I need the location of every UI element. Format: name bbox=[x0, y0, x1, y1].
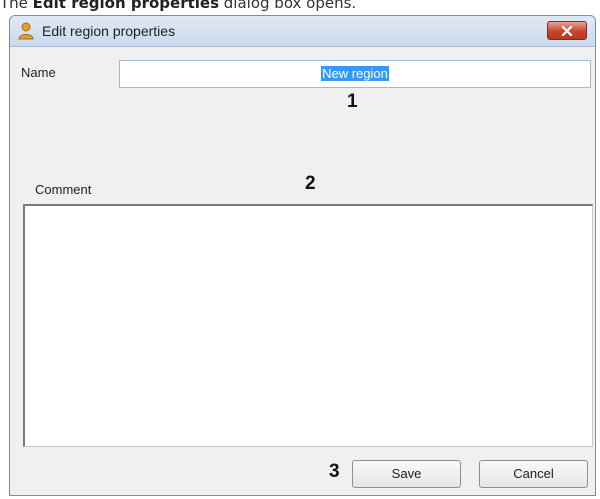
name-input-value: New region bbox=[321, 66, 389, 81]
dialog-title: Edit region properties bbox=[42, 23, 176, 39]
edit-region-dialog: Edit region properties Name New region 1… bbox=[9, 15, 596, 496]
doc-caption-prefix: The bbox=[0, 0, 33, 12]
close-button[interactable] bbox=[547, 21, 587, 40]
close-icon bbox=[561, 25, 573, 36]
doc-caption: The Edit region properties dialog box op… bbox=[0, 0, 356, 14]
callout-marker-1: 1 bbox=[347, 91, 358, 112]
save-button[interactable]: Save bbox=[352, 460, 461, 488]
doc-caption-bold: Edit region properties bbox=[32, 0, 220, 12]
cancel-button[interactable]: Cancel bbox=[479, 460, 588, 488]
name-input[interactable]: New region bbox=[119, 60, 591, 88]
comment-label: Comment bbox=[35, 182, 92, 197]
callout-marker-2: 2 bbox=[305, 173, 316, 194]
name-label: Name bbox=[21, 65, 56, 80]
callout-marker-3: 3 bbox=[329, 461, 340, 482]
user-icon bbox=[18, 22, 34, 40]
title-bar[interactable]: Edit region properties bbox=[10, 16, 595, 47]
doc-caption-suffix: dialog box opens. bbox=[219, 0, 357, 12]
comment-textarea[interactable] bbox=[23, 204, 593, 447]
